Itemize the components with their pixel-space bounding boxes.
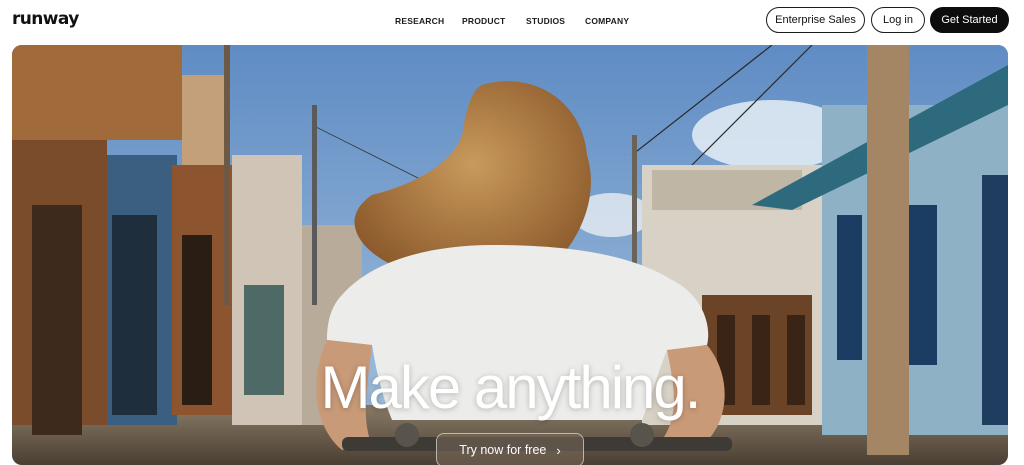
try-now-label: Try now for free	[459, 443, 547, 457]
enterprise-sales-button[interactable]: Enterprise Sales	[766, 7, 865, 33]
try-now-button[interactable]: Try now for free ›	[436, 433, 584, 465]
nav-studios[interactable]: STUDIOS	[526, 16, 565, 26]
login-button[interactable]: Log in	[871, 7, 925, 33]
nav-company[interactable]: COMPANY	[585, 16, 629, 26]
hero-headline: Make anything.	[320, 354, 702, 421]
nav-research[interactable]: RESEARCH	[395, 16, 444, 26]
nav-product[interactable]: PRODUCT	[462, 16, 505, 26]
get-started-button[interactable]: Get Started	[930, 7, 1009, 33]
hero-banner: Make anything. Try now for free ›	[12, 45, 1008, 465]
top-navigation-bar: runway RESEARCH PRODUCT STUDIOS COMPANY …	[0, 0, 1024, 44]
chevron-right-icon: ›	[556, 442, 561, 458]
